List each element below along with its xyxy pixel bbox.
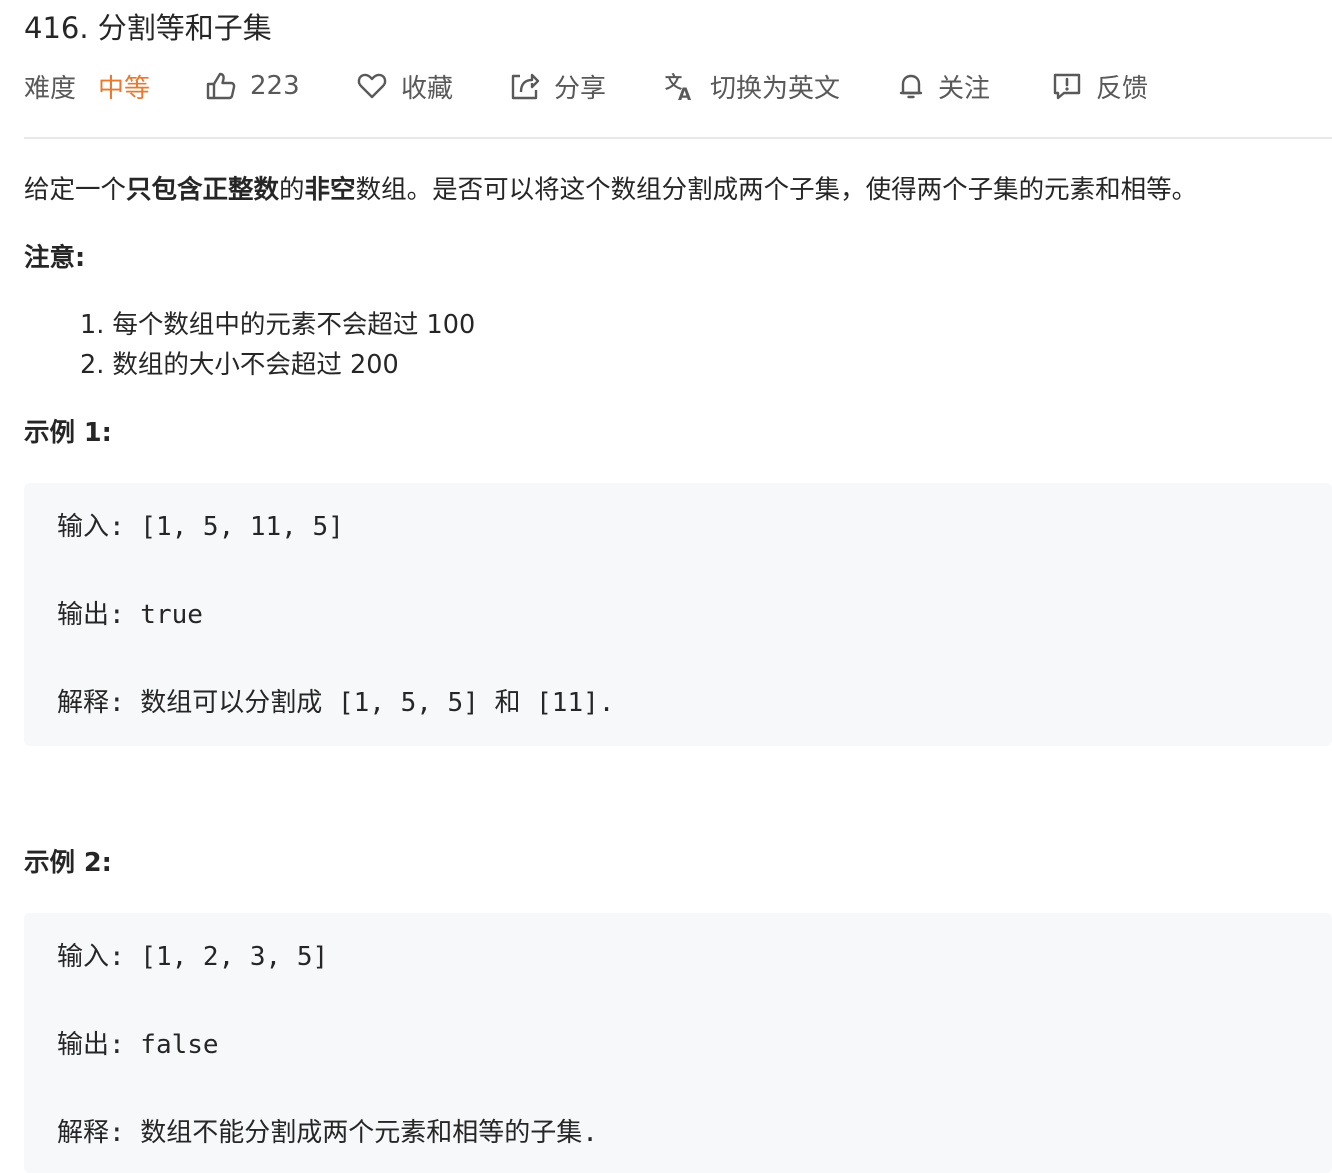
svg-text:A: A: [678, 85, 692, 101]
example-1-code-block: 输入: [1, 5, 11, 5] 输出: true 解释: 数组可以分割成 […: [24, 483, 1332, 746]
intro-bold-2: 非空: [304, 175, 356, 205]
list-item: 1. 每个数组中的元素不会超过 100: [80, 310, 476, 340]
difficulty: 难度 中等: [24, 66, 150, 106]
example-2-explanation: 解释: 数组不能分割成两个元素和相等的子集.: [57, 1118, 598, 1148]
translate-button[interactable]: 文 A 切换为英文: [664, 66, 840, 106]
example-2-heading: 示例 2:: [24, 848, 112, 878]
intro-text-1: 给定一个: [24, 175, 127, 205]
intro-text-2: 的: [279, 175, 305, 205]
example-2-code-block: 输入: [1, 2, 3, 5] 输出: false 解释: 数组不能分割成两个…: [24, 913, 1332, 1173]
example-1-output: 输出: true: [57, 600, 203, 630]
example-1-input: 输入: [1, 5, 11, 5]: [57, 512, 344, 542]
feedback-icon: [1053, 73, 1081, 100]
translate-icon: 文 A: [665, 72, 692, 101]
feedback-label: 反馈: [1096, 73, 1149, 104]
translate-label: 切换为英文: [710, 73, 841, 104]
favorite-button[interactable]: 收藏: [357, 66, 453, 106]
example-2-output: 输出: false: [57, 1030, 219, 1060]
difficulty-value: 中等: [98, 73, 151, 104]
intro-bold-1: 只包含正整数: [126, 175, 280, 205]
example-1-explanation: 解释: 数组可以分割成 [1, 5, 5] 和 [11].: [57, 688, 615, 718]
list-item: 2. 数组的大小不会超过 200: [80, 350, 399, 380]
difficulty-label: 难度: [24, 73, 77, 104]
heart-icon: [357, 73, 387, 99]
problem-meta-bar: 难度 中等 223 收藏 分享 文 A 切换为英文 关注 反馈: [24, 66, 1332, 106]
feedback-button[interactable]: 反馈: [1052, 66, 1148, 106]
note-heading: 注意:: [24, 243, 86, 273]
intro-text-3: 数组。是否可以将这个数组分割成两个子集，使得两个子集的元素和相等。: [355, 175, 1198, 205]
follow-button[interactable]: 关注: [898, 66, 990, 106]
favorite-label: 收藏: [401, 73, 454, 104]
share-label: 分享: [554, 73, 607, 104]
follow-label: 关注: [938, 73, 991, 104]
header-divider: [24, 137, 1332, 139]
bell-icon: [899, 74, 923, 99]
thumbs-up-icon: [206, 72, 236, 100]
like-button[interactable]: 223: [206, 66, 300, 106]
share-button[interactable]: 分享: [510, 66, 606, 106]
example-1-heading: 示例 1:: [24, 418, 112, 448]
example-2-input: 输入: [1, 2, 3, 5]: [57, 942, 329, 972]
problem-description: 给定一个只包含正整数的非空数组。是否可以将这个数组分割成两个子集，使得两个子集的…: [24, 170, 1197, 210]
notes-list: 1. 每个数组中的元素不会超过 100 2. 数组的大小不会超过 200: [80, 305, 475, 385]
problem-title: 416. 分割等和子集: [24, 11, 272, 45]
share-icon: [511, 73, 540, 100]
like-count: 223: [250, 71, 300, 101]
